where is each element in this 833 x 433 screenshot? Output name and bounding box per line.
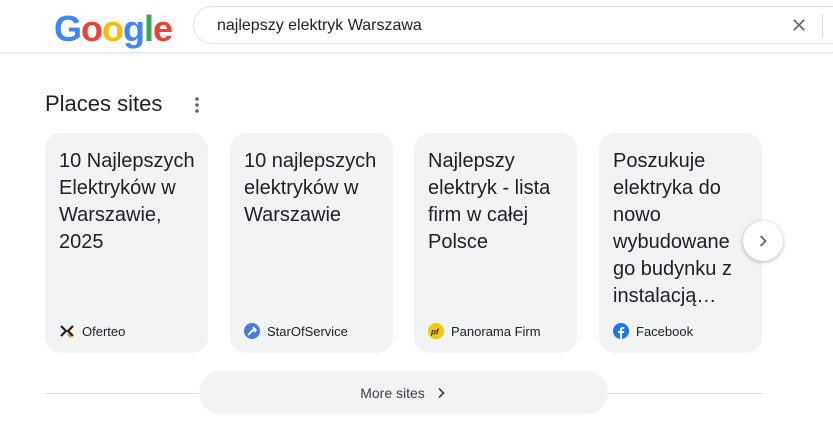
card-source: StarOfService <box>244 322 348 340</box>
source-label: Facebook <box>636 323 694 339</box>
panorama-firm-icon: pf <box>428 323 444 339</box>
section-title: Places sites <box>45 91 163 116</box>
close-icon[interactable] <box>789 15 809 35</box>
logo-letter: e <box>153 8 173 49</box>
source-label: StarOfService <box>267 323 348 339</box>
card-source: Oferteo <box>59 322 125 340</box>
header: Google najlepszy elektryk Warszawa <box>0 0 833 53</box>
facebook-icon <box>613 323 629 339</box>
site-card[interactable]: Poszukuje elektryka do nowo wybudowanego… <box>599 133 762 353</box>
more-sites-button[interactable]: More sites <box>199 371 608 414</box>
site-card[interactable]: 10 Najlepszych Elektryków w Warszawie, 2… <box>45 133 208 353</box>
logo-letter: o <box>81 8 103 49</box>
site-card[interactable]: Najlepszy elektryk - lista firm w całej … <box>414 133 577 353</box>
logo-letter: o <box>102 8 124 49</box>
chevron-right-icon <box>759 235 767 247</box>
chevron-right-icon <box>438 387 445 398</box>
search-divider <box>822 14 823 38</box>
card-title[interactable]: Najlepszy elektryk - lista firm w całej … <box>428 148 568 256</box>
card-source: pf Panorama Firm <box>428 322 541 340</box>
oferteo-icon <box>60 325 74 338</box>
more-vert-icon[interactable] <box>191 96 203 114</box>
more-sites-label: More sites <box>360 384 425 401</box>
search-box[interactable]: najlepszy elektryk Warszawa <box>193 6 833 44</box>
card-title[interactable]: 10 najlepszych elektryków w Warszawie <box>244 148 384 229</box>
svg-text:pf: pf <box>430 328 440 337</box>
logo-letter: l <box>144 8 154 49</box>
logo-letter: G <box>54 8 82 49</box>
carousel-next-button[interactable] <box>743 221 783 261</box>
search-input[interactable]: najlepszy elektryk Warszawa <box>217 17 422 35</box>
card-title[interactable]: 10 Najlepszych Elektryków w Warszawie, 2… <box>59 148 199 256</box>
source-label: Panorama Firm <box>451 323 541 339</box>
starofservice-icon <box>244 323 260 339</box>
google-logo[interactable]: Google <box>54 8 173 49</box>
site-card[interactable]: 10 najlepszych elektryków w Warszawie St… <box>230 133 393 353</box>
source-label: Oferteo <box>82 323 126 339</box>
logo-letter: g <box>123 8 145 49</box>
card-title[interactable]: Poszukuje elektryka do nowo wybudowanego… <box>613 148 739 310</box>
card-source: Facebook <box>613 322 693 340</box>
